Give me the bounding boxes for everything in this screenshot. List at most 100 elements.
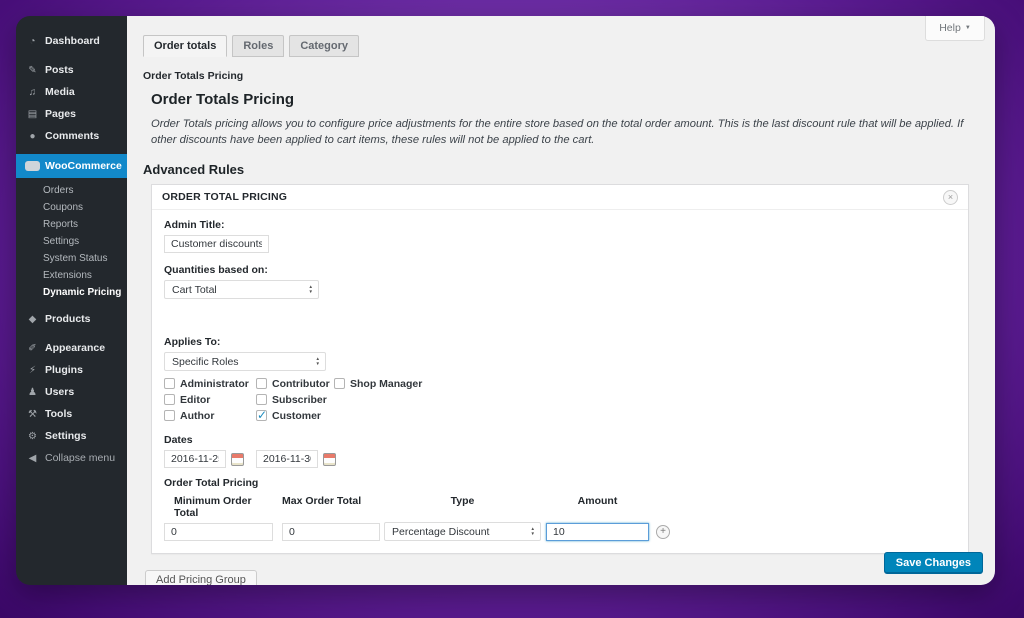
date-from-input[interactable]: [164, 450, 226, 469]
panel-title: ORDER TOTAL PRICING: [162, 191, 288, 204]
sidebar-item-posts[interactable]: ✎ Posts: [16, 59, 127, 81]
sidebar-item-woocommerce[interactable]: WooCommerce: [16, 154, 127, 178]
appearance-icon: ✐: [28, 342, 37, 354]
sidebar-item-tools[interactable]: ⚒ Tools: [16, 403, 127, 425]
tab-bar: Order totals Roles Category: [143, 35, 995, 57]
column-header-type: Type: [450, 495, 475, 508]
calendar-icon[interactable]: [323, 452, 336, 466]
role-customer[interactable]: ✓ Customer: [256, 408, 334, 423]
submenu-item-reports[interactable]: Reports: [16, 216, 127, 233]
column-header-amount: Amount: [577, 495, 618, 508]
type-select[interactable]: Percentage Discount ▲ ▼: [384, 522, 541, 542]
comments-icon: ●: [29, 130, 36, 142]
products-icon: ◆: [28, 313, 37, 325]
checkbox[interactable]: ✓: [256, 408, 268, 423]
tools-icon: ⚒: [28, 408, 37, 420]
sidebar-item-label: Comments: [45, 130, 100, 142]
dashboard-icon: ◔: [29, 35, 36, 47]
help-button[interactable]: Help ▼: [925, 16, 985, 41]
main-content: Help ▼ Order totals Roles Category Order…: [127, 16, 995, 585]
admin-title-input[interactable]: [164, 235, 269, 254]
sidebar-separator: [16, 52, 127, 59]
checkbox[interactable]: ✓: [256, 394, 267, 406]
sidebar-item-pages[interactable]: ▤ Pages: [16, 103, 127, 125]
add-row-icon[interactable]: +: [656, 524, 670, 539]
sidebar-item-dashboard[interactable]: ◔ Dashboard: [16, 30, 127, 52]
min-order-total-input[interactable]: [164, 522, 273, 541]
posts-icon: ✎: [28, 64, 37, 76]
submenu-item-coupons[interactable]: Coupons: [16, 199, 127, 216]
help-label: Help: [939, 22, 961, 34]
checkbox[interactable]: ✓: [164, 378, 175, 390]
applies-to-label: Applies To:: [164, 336, 221, 349]
role-subscriber[interactable]: ✓ Subscriber: [256, 392, 334, 407]
woocommerce-icon: [25, 161, 40, 171]
collapse-icon: ◀: [28, 452, 37, 464]
role-administrator[interactable]: ✓ Administrator: [164, 376, 256, 391]
date-to-input[interactable]: [256, 450, 318, 469]
media-icon: ♫: [28, 86, 37, 98]
tab-roles[interactable]: Roles: [232, 35, 285, 57]
role-label: Administrator: [180, 377, 249, 390]
submenu-item-orders[interactable]: Orders: [16, 182, 127, 199]
submenu-item-system-status[interactable]: System Status: [16, 250, 127, 267]
select-arrows-icon: ▲ ▼: [530, 526, 535, 536]
admin-sidebar: ◔ Dashboard ✎ Posts ♫ Media ▤ Pages ● Co…: [16, 16, 127, 585]
add-pricing-group-button[interactable]: Add Pricing Group: [145, 570, 257, 585]
admin-window: ◔ Dashboard ✎ Posts ♫ Media ▤ Pages ● Co…: [16, 16, 995, 585]
page-description: Order Totals pricing allows you to confi…: [151, 118, 964, 147]
max-order-total-input[interactable]: [282, 522, 380, 541]
sidebar-item-label: Appearance: [45, 342, 106, 354]
grid-spacer: [334, 392, 956, 407]
breadcrumb: Order Totals Pricing: [143, 70, 244, 82]
quantities-based-on-select[interactable]: Cart Total ▲ ▼: [164, 280, 319, 300]
sidebar-item-label: Pages: [45, 108, 76, 120]
select-arrows-icon: ▲ ▼: [308, 284, 313, 294]
checkbox[interactable]: ✓: [256, 378, 267, 390]
role-label: Subscriber: [272, 393, 327, 406]
amount-input[interactable]: [546, 522, 649, 541]
role-label: Shop Manager: [350, 377, 423, 390]
sidebar-item-comments[interactable]: ● Comments: [16, 125, 127, 147]
sidebar-item-plugins[interactable]: ⚡ Plugins: [16, 359, 127, 381]
panel-body: Admin Title: Quantities based on: Cart T…: [152, 210, 968, 553]
checkbox[interactable]: ✓: [334, 378, 345, 390]
submenu-item-dynamic-pricing[interactable]: Dynamic Pricing: [16, 284, 127, 301]
check-icon: ✓: [257, 408, 268, 423]
section-title: Advanced Rules: [143, 162, 245, 178]
submenu-item-extensions[interactable]: Extensions: [16, 267, 127, 284]
save-changes-button[interactable]: Save Changes: [883, 552, 983, 574]
role-contributor[interactable]: ✓ Contributor: [256, 376, 334, 391]
applies-to-select[interactable]: Specific Roles ▲ ▼: [164, 352, 326, 372]
users-icon: ♟: [28, 386, 37, 398]
column-header-max: Max Order Total: [282, 495, 362, 508]
sidebar-item-products[interactable]: ◆ Products: [16, 307, 127, 331]
checkbox[interactable]: ✓: [164, 394, 175, 406]
dates-row: [164, 450, 956, 469]
selected-value: Percentage Discount: [392, 525, 490, 538]
pricing-table-row: Percentage Discount ▲ ▼ +: [164, 522, 956, 542]
close-icon[interactable]: ×: [943, 189, 958, 205]
sidebar-item-appearance[interactable]: ✐ Appearance: [16, 337, 127, 359]
sidebar-item-label: WooCommerce: [45, 160, 122, 172]
sidebar-item-media[interactable]: ♫ Media: [16, 81, 127, 103]
calendar-icon[interactable]: [231, 452, 244, 466]
roles-checkbox-grid: ✓ Administrator ✓ Contributor ✓ Shop Man…: [164, 376, 956, 423]
sidebar-item-label: Media: [45, 86, 75, 98]
page-title: Order Totals Pricing: [151, 91, 295, 108]
tab-category[interactable]: Category: [289, 35, 360, 57]
checkbox[interactable]: ✓: [164, 410, 175, 422]
role-label: Customer: [272, 409, 322, 422]
sidebar-item-label: Plugins: [45, 364, 83, 376]
woocommerce-submenu: Orders Coupons Reports Settings System S…: [16, 178, 127, 307]
role-editor[interactable]: ✓ Editor: [164, 392, 256, 407]
sidebar-item-users[interactable]: ♟ Users: [16, 381, 127, 403]
admin-title-label: Admin Title:: [164, 219, 225, 232]
sidebar-item-settings[interactable]: ⚙ Settings: [16, 425, 127, 447]
role-author[interactable]: ✓ Author: [164, 408, 256, 423]
role-shop-manager[interactable]: ✓ Shop Manager: [334, 376, 956, 391]
sidebar-item-collapse-menu[interactable]: ◀ Collapse menu: [16, 447, 127, 469]
order-total-pricing-label: Order Total Pricing: [164, 477, 259, 490]
submenu-item-settings[interactable]: Settings: [16, 233, 127, 250]
tab-order-totals[interactable]: Order totals: [143, 35, 228, 57]
